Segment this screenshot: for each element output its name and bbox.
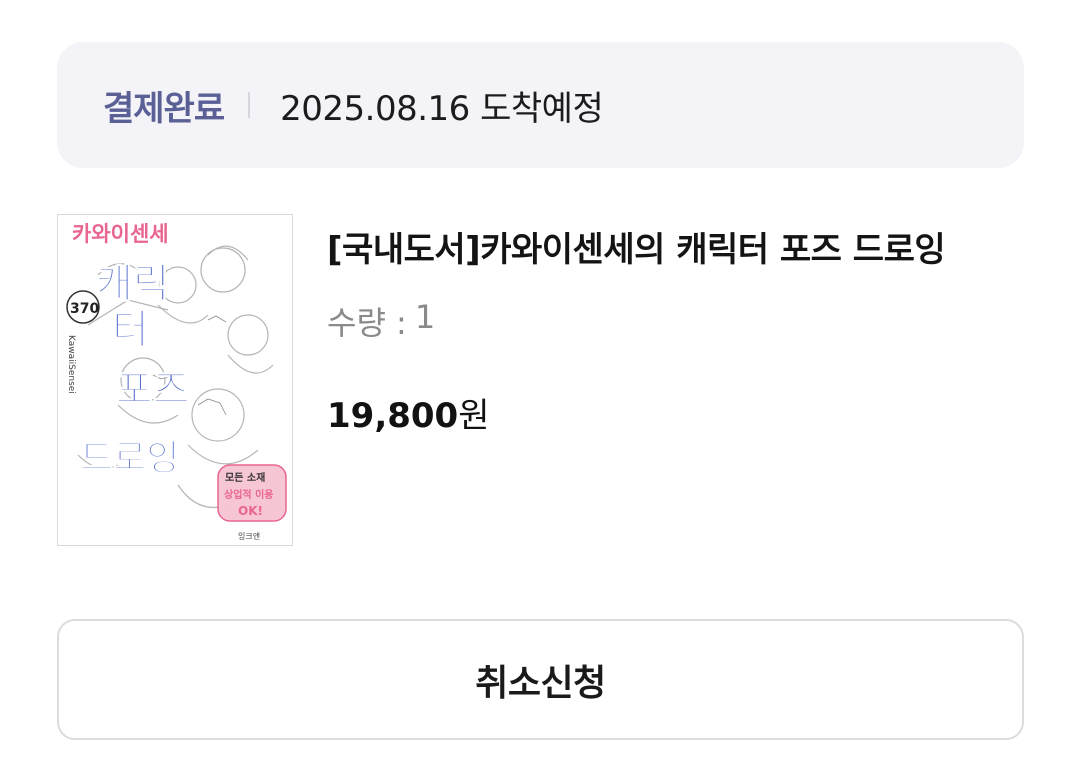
cover-side-text: KawaiiSensei: [66, 335, 76, 394]
product-title[interactable]: [국내도서]카와이센세의 캐릭터 포즈 드로잉: [327, 222, 946, 271]
cover-sticker-line3: OK!: [238, 504, 263, 518]
book-cover-image[interactable]: 카와이센세 KawaiiSensei 370 캐릭 터 포즈 드로잉 모든 소재…: [57, 214, 293, 546]
quantity-value: 1: [414, 298, 436, 336]
product-price: 19,800 원: [327, 388, 489, 437]
price-unit: 원: [458, 396, 490, 436]
cover-main-title-3: 포즈: [116, 367, 190, 413]
book-cover-illustration: 카와이센세 KawaiiSensei 370 캐릭 터 포즈 드로잉 모든 소재…: [58, 215, 292, 545]
cover-sticker-line2: 상업적 이용: [224, 488, 273, 501]
product-quantity: 수량 : 1: [327, 298, 435, 344]
status-divider: [248, 92, 251, 118]
delivery-date: 2025.08.16 도착예정: [280, 88, 604, 129]
cover-top-title: 카와이센세: [72, 222, 169, 246]
cancel-request-button[interactable]: 취소신청: [57, 619, 1024, 740]
order-status-bar: 결제완료 2025.08.16 도착예정: [57, 42, 1024, 168]
cover-main-title-2: 터: [112, 307, 149, 353]
quantity-label: 수량 :: [327, 304, 407, 342]
price-number: 19,800: [327, 396, 459, 436]
cover-publisher: 잉크앤: [238, 531, 260, 541]
order-status-label: 결제완료: [103, 88, 225, 129]
cover-main-title-4: 드로잉: [80, 438, 179, 479]
cover-main-title-1: 캐릭: [96, 261, 170, 307]
cover-sticker-line1: 모든 소재: [225, 471, 265, 484]
